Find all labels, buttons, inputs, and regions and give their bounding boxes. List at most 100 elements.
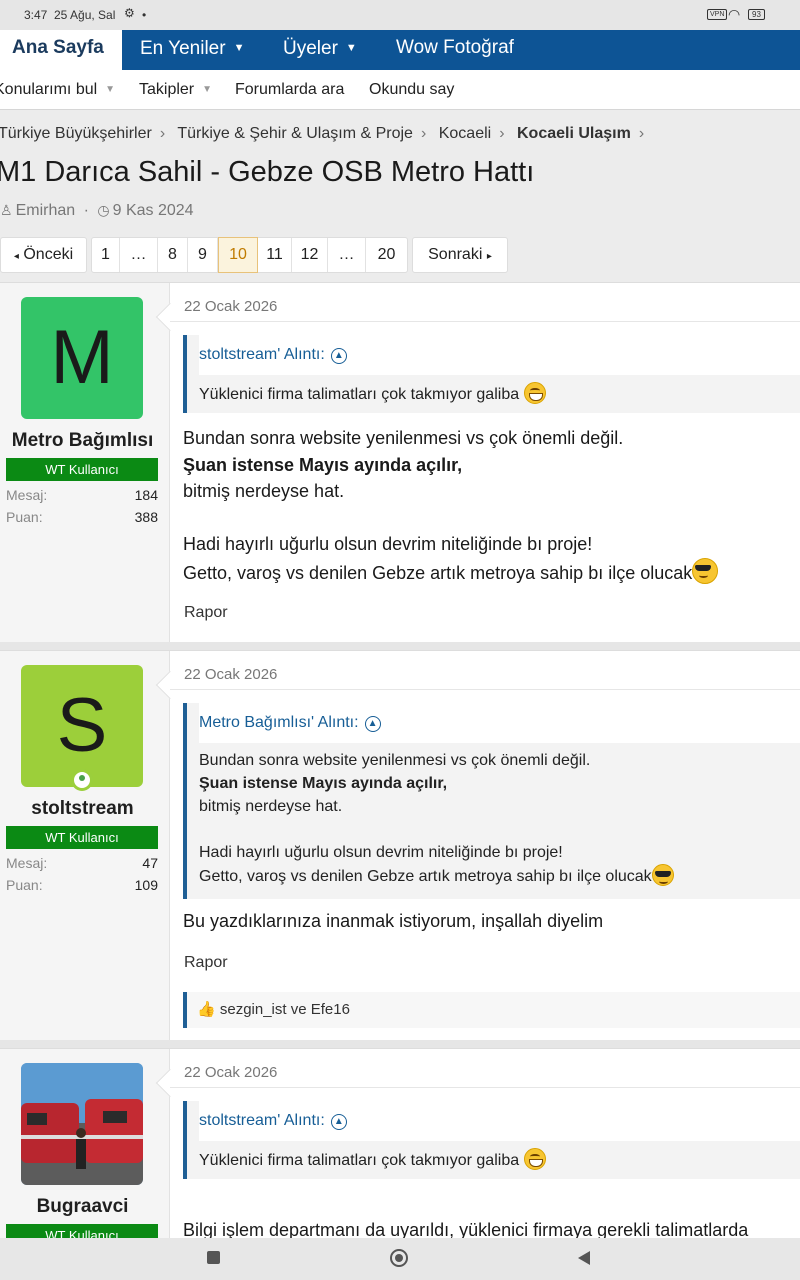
status-time: 3:47: [24, 8, 48, 22]
message-count: Mesaj: 47: [6, 855, 158, 871]
chevron-right-icon: ›: [420, 125, 427, 142]
post-line: Hadi hayırlı uğurlu olsun devrim niteliğ…: [183, 534, 593, 554]
main-nav: Ana Sayfa En Yeniler ▼ Üyeler ▼ Wow Fotoğr…: [0, 30, 800, 70]
arrow-up-icon[interactable]: ▲: [330, 1114, 347, 1130]
chevron-down-icon[interactable]: ▼: [234, 42, 245, 54]
message-value: 47: [142, 855, 158, 871]
watched-link[interactable]: Takipler ▼: [139, 81, 212, 99]
page-link[interactable]: 8: [158, 238, 188, 272]
page-link[interactable]: 20: [366, 238, 407, 272]
quote-header[interactable]: stoltstream' Alıntı: ▲: [199, 335, 800, 375]
username[interactable]: Bugraavci: [0, 1196, 165, 1218]
post: S stoltstream WT Kullanıcı Mesaj: 47 Puan…: [0, 650, 800, 1040]
tab-wow-photo[interactable]: Wow Fotoğraf: [396, 30, 514, 70]
quote-text-content: Yüklenici firma talimatları çok takmıyor…: [199, 386, 520, 403]
quote-line: Bundan sonra website yenilenmesi vs çok …: [199, 752, 591, 769]
caret-right-icon: ▸: [486, 251, 492, 262]
post: Bugraavci WT Kullanıcı 22 Ocak 2026 stol…: [0, 1048, 800, 1238]
breadcrumb-current[interactable]: Kocaeli Ulaşım: [517, 125, 631, 142]
point-value: 388: [134, 509, 158, 525]
reaction-users[interactable]: sezgin_ist ve Efe16: [220, 1001, 350, 1018]
post-date[interactable]: 22 Ocak 2026: [184, 298, 277, 315]
report-link[interactable]: Rapor: [184, 604, 228, 622]
quote-line: Getto, varoş vs denilen Gebze artık metr…: [199, 868, 652, 885]
chevron-down-icon[interactable]: ▼: [202, 84, 212, 95]
tab-wow-label: Wow Fotoğraf: [396, 37, 514, 58]
recents-icon[interactable]: [207, 1251, 220, 1264]
breadcrumb-item[interactable]: Türkiye & Şehir & Ulaşım & Proje: [177, 125, 413, 142]
username[interactable]: stoltstream: [0, 798, 165, 820]
point-count: Puan: 388: [6, 509, 158, 525]
point-label: Puan:: [6, 509, 43, 525]
page-link[interactable]: 12: [292, 238, 328, 272]
tab-latest[interactable]: En Yeniler ▼: [140, 30, 244, 70]
page-title: M1 Darıca Sahil - Gebze OSB Metro Hattı: [0, 156, 535, 188]
breadcrumb-item[interactable]: Türkiye Büyükşehirler: [0, 125, 152, 142]
prev-page-button[interactable]: ◂ Önceki: [0, 237, 87, 273]
breadcrumb-item[interactable]: Kocaeli: [439, 125, 491, 142]
post-line: Getto, varoş vs denilen Gebze artık metr…: [183, 562, 693, 583]
quote-header[interactable]: Metro Bağımlısı' Alıntı: ▲: [199, 703, 800, 743]
page-ellipsis[interactable]: …: [328, 238, 366, 272]
point-value: 109: [134, 877, 158, 893]
post-user-panel: S stoltstream WT Kullanıcı Mesaj: 47 Puan…: [0, 651, 170, 1040]
mark-read-link[interactable]: Okundu say: [369, 81, 454, 99]
arrow-up-icon[interactable]: ▲: [330, 348, 347, 364]
quote-line: bitmiş nerdeyse hat.: [199, 798, 343, 815]
post-user-panel: M Metro Bağımlısı WT Kullanıcı Mesaj: 184…: [0, 283, 170, 642]
vpn-icon: VPN: [707, 9, 728, 20]
home-icon[interactable]: [390, 1249, 408, 1267]
pagination: 1 … 8 9 10 11 12 … 20: [91, 237, 408, 273]
quote-author: stoltstream: [199, 346, 278, 363]
quote-author: Metro Bağımlısı: [199, 714, 312, 731]
find-my-threads-link[interactable]: Konularımı bul ▼: [0, 81, 115, 99]
quote-block: stoltstream' Alıntı: ▲ Yüklenici firma ta…: [183, 1101, 800, 1179]
username[interactable]: Metro Bağımlısı: [0, 430, 165, 452]
message-label: Mesaj:: [6, 855, 48, 871]
thread-author[interactable]: Emirhan: [16, 202, 76, 219]
post-line: bitmiş nerdeyse hat.: [183, 481, 345, 501]
tab-members[interactable]: Üyeler ▼: [283, 30, 357, 70]
next-page-button[interactable]: Sonraki ▸: [412, 237, 508, 273]
tab-home[interactable]: Ana Sayfa: [0, 30, 122, 70]
user-role-badge: WT Kullanıcı: [6, 826, 158, 849]
quote-suffix: ' Alıntı:: [311, 714, 359, 731]
page-ellipsis[interactable]: …: [120, 238, 158, 272]
arrow-up-icon[interactable]: ▲: [364, 716, 381, 732]
find-threads-label: Konularımı bul: [0, 81, 98, 98]
quote-text: Yüklenici firma talimatları çok takmıyor…: [199, 1148, 546, 1172]
quote-header[interactable]: stoltstream' Alıntı: ▲: [199, 1101, 800, 1141]
user-icon: ♙: [0, 202, 13, 218]
avatar[interactable]: M: [21, 297, 143, 419]
settings-icon: ⚙: [124, 6, 135, 20]
back-icon[interactable]: [578, 1251, 590, 1265]
post-body: Bu yazdıklarınıza inanmak istiyorum, inş…: [183, 911, 604, 931]
battery-icon: 93: [748, 9, 765, 20]
post-line: Bundan sonra website yenilenmesi vs çok …: [183, 428, 624, 448]
page-link-current[interactable]: 10: [218, 237, 258, 273]
sub-nav: Konularımı bul ▼ Takipler ▼ Forumlarda ara…: [0, 70, 800, 110]
chevron-down-icon[interactable]: ▼: [346, 42, 357, 54]
page-link[interactable]: 9: [188, 238, 218, 272]
divider: [170, 689, 800, 690]
caret-left-icon: ◂: [13, 251, 19, 262]
thread-date[interactable]: 9 Kas 2024: [113, 202, 194, 219]
page-link[interactable]: 11: [258, 238, 292, 272]
quote-text: Bundan sonra website yenilenmesi vs çok …: [199, 749, 674, 888]
post-date[interactable]: 22 Ocak 2026: [184, 1064, 277, 1081]
status-bar: 3:47 25 Ağu, Sal ⚙ • VPN ◠ 93: [0, 0, 800, 30]
avatar-photo: [21, 1063, 143, 1185]
thread-meta: ♙ Emirhan · ◷ 9 Kas 2024: [0, 202, 194, 219]
reaction-bar[interactable]: 👍 sezgin_ist ve Efe16: [183, 992, 800, 1028]
cool-emoji-icon: [692, 557, 719, 584]
chevron-down-icon[interactable]: ▼: [105, 84, 115, 95]
search-forums-link[interactable]: Forumlarda ara: [235, 81, 344, 99]
report-link[interactable]: Rapor: [184, 954, 228, 972]
quote-author: stoltstream: [199, 1112, 278, 1129]
grin-emoji-icon: [523, 1148, 546, 1170]
quote-block: Metro Bağımlısı' Alıntı: ▲ Bundan sonra w…: [183, 703, 800, 899]
page-link[interactable]: 1: [92, 238, 120, 272]
post-date[interactable]: 22 Ocak 2026: [184, 666, 277, 683]
avatar[interactable]: [21, 1063, 143, 1185]
